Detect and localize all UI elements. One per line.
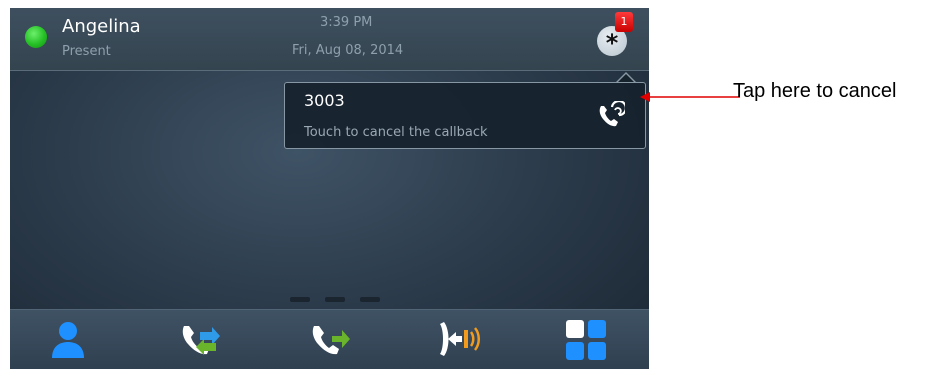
status-bar: Angelina Present 3:39 PM Fri, Aug 08, 20… [10,8,649,71]
callback-popup[interactable]: 3003 Touch to cancel the callback [284,82,646,149]
notification-badge: 1 [615,12,633,32]
page-dot[interactable] [290,297,310,302]
clock-date: Fri, Aug 08, 2014 [292,43,404,58]
annotation-arrow [640,92,740,102]
clock-time: 3:39 PM [320,15,373,30]
app-dock [10,309,649,369]
page-indicator [290,297,385,303]
callback-cancel-icon[interactable] [595,101,625,131]
apps-grid-icon[interactable] [562,316,610,364]
callback-number: 3003 [304,91,345,110]
presence-indicator-icon [25,26,47,48]
call-transfer-icon[interactable] [176,316,224,364]
call-forward-icon[interactable] [306,316,354,364]
user-name[interactable]: Angelina [62,16,141,37]
phone-screen: Angelina Present 3:39 PM Fri, Aug 08, 20… [10,8,649,369]
annotation-label: Tap here to cancel [733,80,897,102]
page-dot[interactable] [360,297,380,302]
contacts-icon[interactable] [44,316,92,364]
page-dot[interactable] [325,297,345,302]
intercom-icon[interactable] [436,316,484,364]
presence-status[interactable]: Present [62,44,111,59]
callback-hint: Touch to cancel the callback [304,125,488,140]
